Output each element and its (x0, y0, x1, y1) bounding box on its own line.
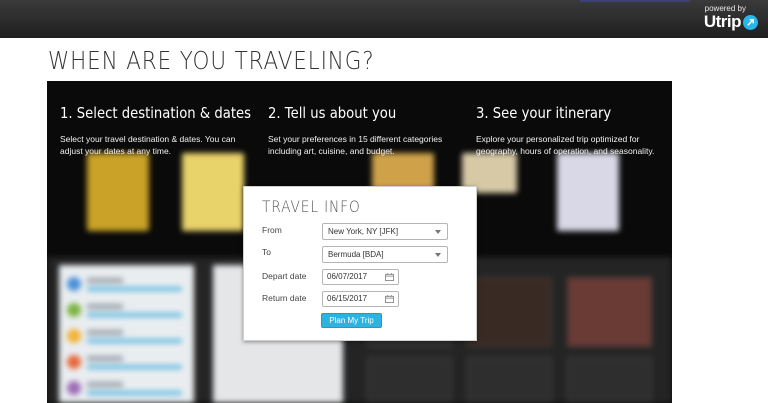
to-value: Bermuda [BDA] (328, 250, 384, 259)
arrow-up-right-icon (743, 14, 758, 30)
from-select[interactable]: New York, NY [JFK] (322, 223, 448, 240)
depart-date-input[interactable]: 06/07/2017 (322, 269, 399, 285)
poster-image (87, 153, 149, 231)
step-3: 3. See your itinerary Explore your perso… (476, 103, 671, 157)
step-2: 2. Tell us about you Set your preference… (268, 103, 463, 157)
itinerary-tile (467, 357, 552, 403)
travel-info-form: TRAVEL INFO From New York, NY [JFK] To B… (243, 186, 477, 341)
chevron-down-icon (435, 230, 441, 234)
plan-my-trip-button[interactable]: Plan My Trip (321, 313, 382, 328)
itinerary-tile (467, 277, 552, 347)
poster-image (557, 153, 619, 231)
step-1: 1. Select destination & dates Select you… (60, 103, 255, 157)
step-description: Set your preferences in 15 different cat… (268, 134, 443, 156)
chevron-down-icon (435, 253, 441, 257)
calendar-icon[interactable] (385, 273, 394, 281)
return-date-label: Return date (262, 293, 307, 303)
step-title: 2. Tell us about you (268, 104, 397, 122)
from-label: From (262, 225, 282, 235)
depart-date-label: Depart date (262, 271, 307, 281)
category-list-preview (59, 265, 194, 403)
itinerary-tile (367, 357, 452, 403)
calendar-icon[interactable] (385, 295, 394, 303)
page-title: WHEN ARE YOU TRAVELING? (48, 46, 375, 75)
step-description: Select your travel destination & dates. … (60, 134, 236, 156)
itinerary-tile (567, 357, 652, 403)
brand-name: Utrip (703, 12, 742, 31)
top-bar: powered by Utrip (0, 0, 768, 38)
return-date-value: 06/15/2017 (327, 294, 368, 303)
brand-logo[interactable]: powered by Utrip (704, 4, 758, 31)
top-accent-line (580, 0, 690, 2)
form-title: TRAVEL INFO (262, 197, 361, 216)
from-value: New York, NY [JFK] (328, 227, 399, 236)
depart-date-value: 06/07/2017 (327, 272, 368, 281)
to-select[interactable]: Bermuda [BDA] (322, 246, 448, 263)
poster-image (182, 153, 244, 231)
itinerary-tile (567, 277, 652, 347)
to-label: To (262, 247, 271, 257)
return-date-input[interactable]: 06/15/2017 (322, 291, 399, 307)
step-title: 3. See your itinerary (476, 104, 612, 122)
step-description: Explore your personalized trip optimized… (476, 134, 655, 156)
step-title: 1. Select destination & dates (60, 104, 252, 122)
